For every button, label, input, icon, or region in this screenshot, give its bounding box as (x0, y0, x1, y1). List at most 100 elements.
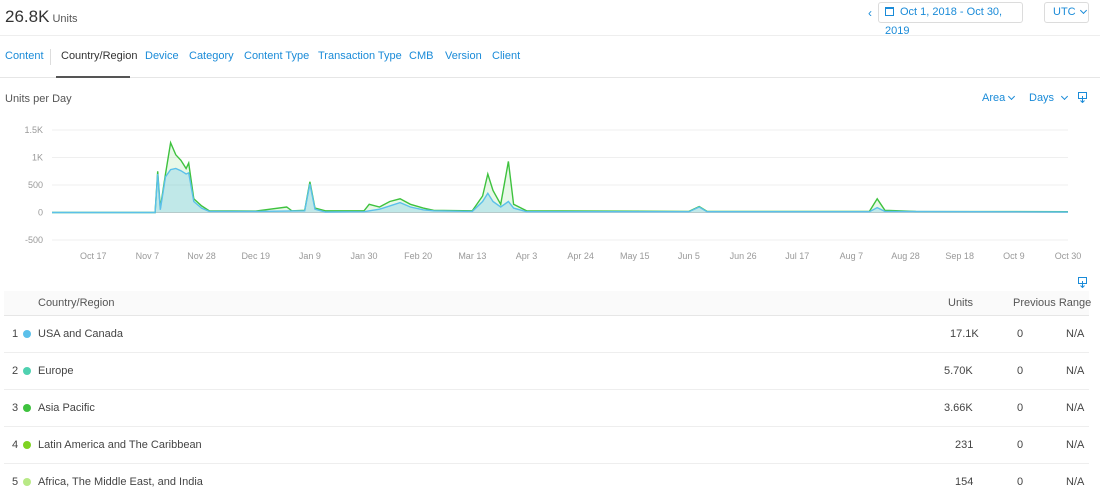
series-color-dot (23, 478, 31, 486)
row-rank: 4 (12, 439, 19, 451)
row-change: N/A (1066, 476, 1085, 488)
row-units: 5.70K (944, 365, 973, 377)
country-region-table: Country/Region Units Previous Range 1 US… (4, 291, 1091, 499)
dimension-tabs: Content Country/Region Device Category C… (0, 37, 1100, 78)
series-color-dot (23, 330, 31, 338)
x-tick-label: Nov 28 (187, 251, 216, 261)
row-rank: 2 (12, 365, 19, 377)
row-country-region: USA and Canada (38, 328, 124, 340)
row-previous-value: 0 (1017, 402, 1024, 414)
series-line (52, 140, 1069, 214)
row-change: N/A (1066, 402, 1085, 414)
tab-version[interactable]: Version (445, 50, 482, 62)
x-tick-label: Mar 13 (458, 251, 486, 261)
column-header-previous-range[interactable]: Previous Range (1013, 291, 1091, 315)
x-tick-label: Feb 20 (404, 251, 432, 261)
x-tick-label: Aug 7 (840, 251, 864, 261)
row-country-region: Latin America and The Caribbean (38, 439, 202, 451)
x-tick-label: Oct 17 (80, 251, 107, 261)
row-previous-value: 0 (1017, 439, 1024, 451)
x-tick-label: Aug 28 (891, 251, 920, 261)
row-change: N/A (1066, 439, 1085, 451)
chart-type-label: Area (982, 92, 1006, 104)
table-row[interactable]: 3 Asia Pacific 3.66K 0 N/A (4, 390, 1089, 427)
row-units: 231 (955, 439, 974, 451)
x-tick-label: Jun 5 (678, 251, 700, 261)
x-tick-label: Apr 24 (567, 251, 594, 261)
chevron-down-icon (1061, 92, 1069, 101)
x-tick-label: Jul 17 (785, 251, 809, 261)
series-color-dot (23, 441, 31, 449)
table-row[interactable]: 2 Europe 5.70K 0 N/A (4, 353, 1089, 390)
chart-type-select[interactable]: Area (982, 92, 1016, 104)
x-tick-label: Sep 18 (945, 251, 974, 261)
row-country-region: Africa, The Middle East, and India (38, 476, 203, 488)
row-previous-value: 0 (1017, 328, 1024, 340)
row-previous-value: 0 (1017, 365, 1024, 377)
y-tick-label: -500 (25, 235, 43, 245)
chevron-down-icon (1008, 92, 1016, 101)
tab-cmb[interactable]: CMB (409, 50, 433, 62)
row-country-region: Europe (38, 365, 74, 377)
column-header-units[interactable]: Units (948, 291, 973, 315)
calendar-icon (885, 7, 894, 16)
column-header-country-region[interactable]: Country/Region (38, 291, 114, 315)
x-tick-label: Oct 9 (1003, 251, 1025, 261)
row-country-region: Asia Pacific (38, 402, 95, 414)
tab-transaction-type[interactable]: Transaction Type (318, 50, 402, 62)
table-download-icon[interactable] (1078, 277, 1087, 288)
y-tick-label: 1.5K (24, 125, 43, 135)
previous-range-arrow[interactable]: ‹ (868, 5, 878, 21)
x-tick-label: Jan 30 (351, 251, 378, 261)
x-tick-label: Jun 26 (730, 251, 757, 261)
table-header: Country/Region Units Previous Range (4, 291, 1091, 316)
x-tick-label: Oct 30 (1055, 251, 1082, 261)
series-line (52, 167, 1069, 214)
x-tick-label: Dec 19 (241, 251, 270, 261)
tab-device[interactable]: Device (145, 50, 179, 62)
units-per-day-chart: 1.5K 1K 500 0 -500 Oct 17 Nov 7 Nov 28 Dec 19 Ja… (24, 125, 1082, 261)
y-tick-label: 0 (38, 208, 43, 218)
chevron-down-icon (1079, 6, 1087, 15)
total-value: 26.8K (5, 7, 50, 26)
row-change: N/A (1066, 328, 1085, 340)
row-units: 17.1K (950, 328, 979, 340)
active-tab-indicator (56, 76, 130, 78)
chart-download-icon[interactable] (1078, 92, 1087, 103)
date-range-picker[interactable]: Oct 1, 2018 - Oct 30, 2019 (878, 2, 1023, 37)
tab-client[interactable]: Client (492, 50, 520, 62)
timezone-label: UTC (1053, 6, 1076, 18)
series-area (52, 142, 1068, 213)
total-units: 26.8K Units (5, 7, 78, 27)
y-tick-label: 500 (28, 180, 43, 190)
row-rank: 1 (12, 328, 19, 340)
interval-select[interactable]: Days (1029, 92, 1069, 104)
series-color-dot (23, 404, 31, 412)
chart-title: Units per Day (5, 93, 72, 105)
series-area (52, 168, 1068, 213)
x-tick-label: Apr 3 (516, 251, 538, 261)
x-tick-label: May 15 (620, 251, 650, 261)
table-row[interactable]: 1 USA and Canada 17.1K 0 N/A (4, 316, 1089, 353)
tab-category[interactable]: Category (189, 50, 234, 62)
row-previous-value: 0 (1017, 476, 1024, 488)
row-change: N/A (1066, 365, 1085, 377)
x-tick-label: Jan 9 (299, 251, 321, 261)
row-units: 154 (955, 476, 974, 488)
summary-header: 26.8K Units ‹ Oct 1, 2018 - Oct 30, 2019 … (0, 0, 1100, 37)
series-color-dot (23, 367, 31, 375)
row-rank: 3 (12, 402, 19, 414)
row-units: 3.66K (944, 402, 973, 414)
table-row[interactable]: 4 Latin America and The Caribbean 231 0 … (4, 427, 1089, 464)
interval-label: Days (1029, 92, 1055, 104)
timezone-select[interactable]: UTC (1044, 2, 1089, 23)
table-row[interactable]: 5 Africa, The Middle East, and India 154… (4, 464, 1089, 499)
tab-country-region[interactable]: Country/Region (61, 50, 137, 62)
tab-divider (50, 49, 51, 65)
total-unit: Units (52, 13, 78, 25)
x-tick-label: Nov 7 (136, 251, 160, 261)
row-rank: 5 (12, 476, 19, 488)
y-tick-label: 1K (32, 153, 43, 163)
tab-content-type[interactable]: Content Type (244, 50, 309, 62)
tab-content[interactable]: Content (5, 50, 44, 62)
